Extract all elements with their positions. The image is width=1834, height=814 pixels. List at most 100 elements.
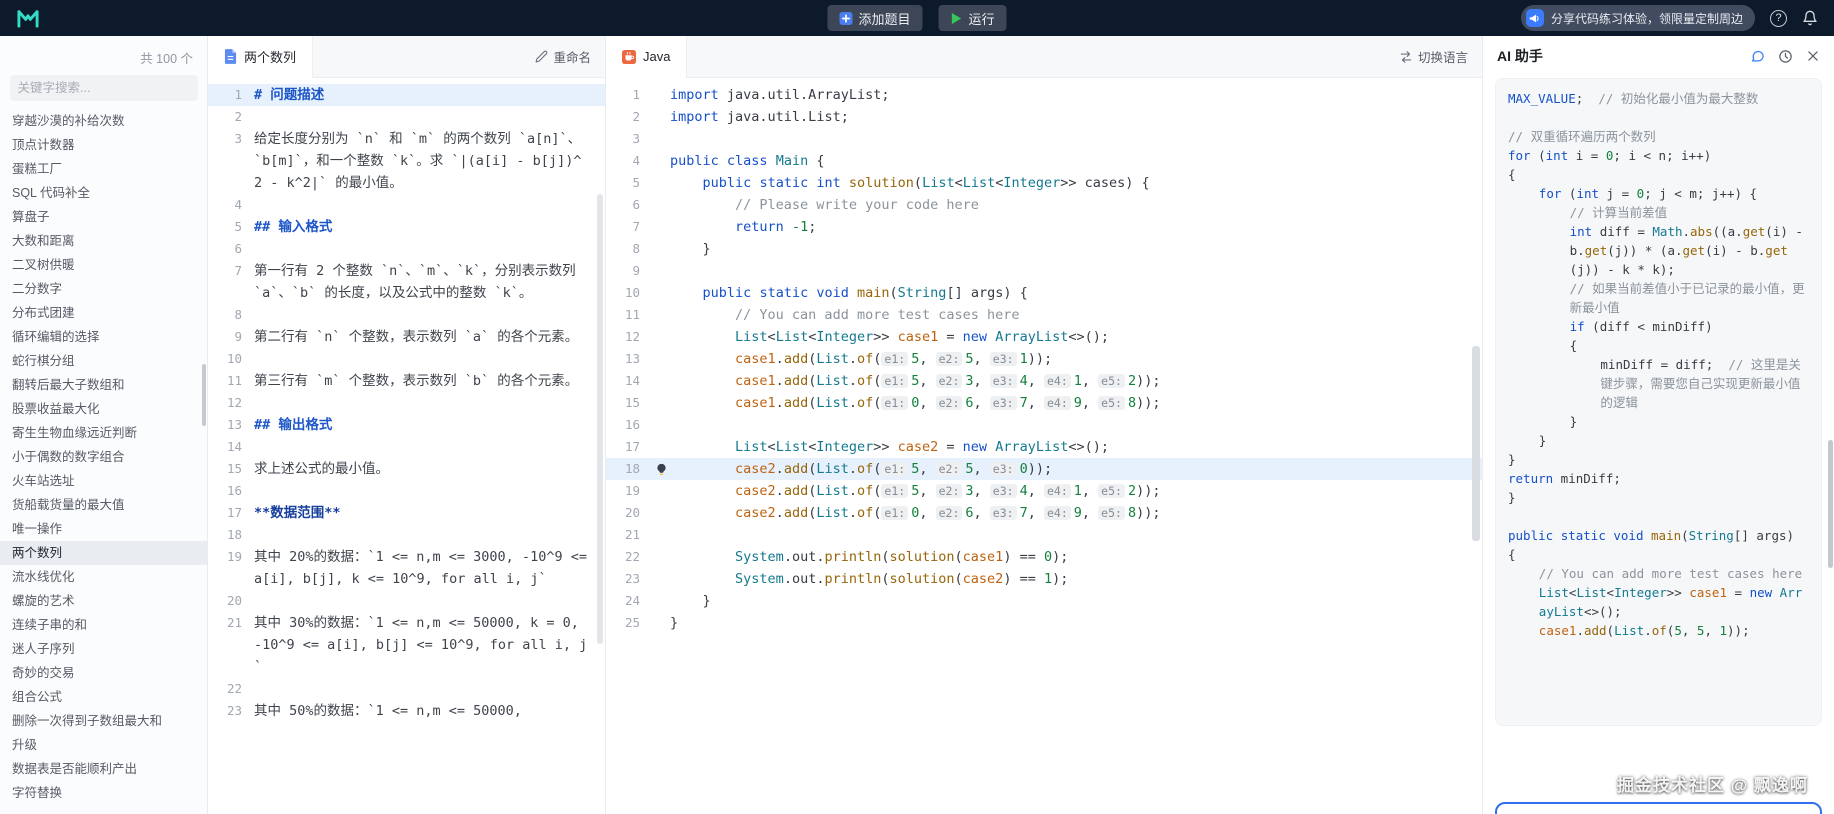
ai-code-suggestion[interactable]: MAX_VALUE; // 初始化最小值为最大整数 // 双重循环遍历两个数列 f…: [1495, 78, 1822, 726]
problem-line[interactable]: 17 **数据范围**: [208, 502, 605, 524]
notifications-bell-icon[interactable]: [1802, 10, 1818, 26]
problem-line[interactable]: 13 ## 输出格式: [208, 414, 605, 436]
close-icon[interactable]: [1806, 49, 1820, 63]
sidebar-item[interactable]: 股票收益最大化: [0, 397, 207, 421]
problem-line[interactable]: 6: [208, 238, 605, 260]
editor-line[interactable]: 12 List<List<Integer>> case1 = new Array…: [606, 326, 1482, 348]
editor-line[interactable]: 8 }: [606, 238, 1482, 260]
editor-line[interactable]: 25}: [606, 612, 1482, 634]
sidebar-item[interactable]: 迷人子序列: [0, 637, 207, 661]
editor-line[interactable]: 4 public class Main {: [606, 150, 1482, 172]
sidebar-item[interactable]: 升级: [0, 733, 207, 757]
problem-line[interactable]: 20: [208, 590, 605, 612]
problem-line[interactable]: 9 第二行有 `n` 个整数，表示数列 `a` 的各个元素。: [208, 326, 605, 348]
lightbulb-icon[interactable]: [652, 458, 670, 480]
problem-line[interactable]: 16: [208, 480, 605, 502]
problem-line[interactable]: 22: [208, 678, 605, 700]
sidebar-item[interactable]: 寄生生物血缘远近判断: [0, 421, 207, 445]
editor-line[interactable]: 17 List<List<Integer>> case2 = new Array…: [606, 436, 1482, 458]
problem-line[interactable]: 10: [208, 348, 605, 370]
problem-line[interactable]: 5 ## 输入格式: [208, 216, 605, 238]
run-button[interactable]: 运行: [938, 5, 1007, 31]
sidebar-item[interactable]: 螺旋的艺术: [0, 589, 207, 613]
problem-line[interactable]: 14: [208, 436, 605, 458]
editor-line[interactable]: 19 case2.add(List.of(e1: 5, e2: 3, e3: 4, e…: [606, 480, 1482, 502]
editor-line[interactable]: 3: [606, 128, 1482, 150]
sidebar-item[interactable]: 唯一操作: [0, 517, 207, 541]
feedback-chat-icon[interactable]: [1750, 49, 1765, 64]
editor-line[interactable]: 13 case1.add(List.of(e1: 5, e2: 5, e3: 1));: [606, 348, 1482, 370]
sidebar-item[interactable]: 循环编辑的选择: [0, 325, 207, 349]
ai-scrollbar[interactable]: [1828, 440, 1833, 568]
problem-line[interactable]: 11 第三行有 `m` 个整数，表示数列 `b` 的各个元素。: [208, 370, 605, 392]
sidebar-item[interactable]: 二叉树供暖: [0, 253, 207, 277]
sidebar-item[interactable]: 蛋糕工厂: [0, 157, 207, 181]
rename-button[interactable]: 重命名: [535, 47, 605, 66]
editor-line[interactable]: 22 System.out.println(solution(case1) ==…: [606, 546, 1482, 568]
editor-line[interactable]: 23 System.out.println(solution(case2) ==…: [606, 568, 1482, 590]
app-logo[interactable]: [16, 8, 40, 28]
promo-banner[interactable]: 分享代码练习体验，领限量定制周边: [1520, 5, 1755, 31]
editor-line[interactable]: 10 public static void main(String[] args…: [606, 282, 1482, 304]
sidebar-item[interactable]: 组合公式: [0, 685, 207, 709]
editor-line[interactable]: 5 public static int solution(List<List<I…: [606, 172, 1482, 194]
sidebar-item[interactable]: 删除一次得到子数组最大和: [0, 709, 207, 733]
problem-line[interactable]: 12: [208, 392, 605, 414]
editor-line[interactable]: 6 // Please write your code here: [606, 194, 1482, 216]
sidebar-item[interactable]: 算盘子: [0, 205, 207, 229]
sidebar-item[interactable]: 字符替换: [0, 781, 207, 805]
sidebar-item[interactable]: 二分数字: [0, 277, 207, 301]
editor-line[interactable]: 24 }: [606, 590, 1482, 612]
problem-scrollbar[interactable]: [597, 194, 603, 644]
problem-line[interactable]: 8: [208, 304, 605, 326]
add-problem-button[interactable]: 添加题目: [827, 5, 923, 31]
editor-line[interactable]: 11 // You can add more test cases here: [606, 304, 1482, 326]
editor-line[interactable]: 9: [606, 260, 1482, 282]
editor-line[interactable]: 7 return -1;: [606, 216, 1482, 238]
problem-line[interactable]: 4: [208, 194, 605, 216]
sidebar-item[interactable]: 连续子串的和: [0, 613, 207, 637]
problem-tab[interactable]: 两个数列: [208, 35, 314, 78]
sidebar-item[interactable]: 两个数列: [0, 541, 207, 565]
help-icon[interactable]: ?: [1770, 9, 1787, 27]
problem-line[interactable]: 21 其中 30%的数据：`1 <= n,m <= 50000, k = 0, -…: [208, 612, 605, 678]
sidebar-item[interactable]: 数据表是否能顺利产出: [0, 757, 207, 781]
sidebar-item[interactable]: 奇妙的交易: [0, 661, 207, 685]
editor-scrollbar[interactable]: [1472, 346, 1480, 541]
language-tab-java[interactable]: Java: [606, 35, 688, 78]
problem-line[interactable]: 15 求上述公式的最小值。: [208, 458, 605, 480]
editor-line[interactable]: 1 import java.util.ArrayList;: [606, 84, 1482, 106]
sidebar-item[interactable]: 翻转后最大子数组和: [0, 373, 207, 397]
problem-line[interactable]: 18: [208, 524, 605, 546]
editor-line[interactable]: 18 case2.add(List.of(e1: 5, e2: 5, e3: 0));: [606, 458, 1482, 480]
sidebar-item[interactable]: 顶点计数器: [0, 133, 207, 157]
ai-chat-input[interactable]: [1495, 802, 1822, 814]
problem-line[interactable]: 23 其中 50%的数据：`1 <= n,m <= 50000,: [208, 700, 605, 722]
problem-line[interactable]: 19 其中 20%的数据：`1 <= n,m <= 3000, -10^9 <= …: [208, 546, 605, 590]
sidebar-item[interactable]: 货船载货量的最大值: [0, 493, 207, 517]
sidebar-scrollbar[interactable]: [202, 364, 206, 426]
problem-line[interactable]: 3 给定长度分别为 `n` 和 `m` 的两个数列 `a[n]`、`b[m]`，和…: [208, 128, 605, 194]
problem-line[interactable]: 1 # 问题描述: [208, 84, 605, 106]
editor-line[interactable]: 2 import java.util.List;: [606, 106, 1482, 128]
problem-line[interactable]: 2: [208, 106, 605, 128]
editor-line[interactable]: 15 case1.add(List.of(e1: 0, e2: 6, e3: 7, e…: [606, 392, 1482, 414]
sidebar-item[interactable]: 火车站选址: [0, 469, 207, 493]
line-number: 12: [226, 395, 242, 410]
problem-line[interactable]: 7 第一行有 2 个整数 `n`、`m`、`k`，分别表示数列 `a`、`b` 的…: [208, 260, 605, 304]
code-editor[interactable]: 1 import java.util.ArrayList; 2 import java…: [606, 78, 1482, 807]
sidebar-item[interactable]: 流水线优化: [0, 565, 207, 589]
switch-language-button[interactable]: 切换语言: [1399, 47, 1482, 66]
sidebar-item[interactable]: SQL 代码补全: [0, 181, 207, 205]
sidebar-item[interactable]: 分布式团建: [0, 301, 207, 325]
sidebar-item[interactable]: 小于偶数的数字组合: [0, 445, 207, 469]
sidebar-item[interactable]: 穿越沙漠的补给次数: [0, 109, 207, 133]
sidebar-item[interactable]: 蛇行棋分组: [0, 349, 207, 373]
editor-line[interactable]: 16: [606, 414, 1482, 436]
editor-line[interactable]: 21: [606, 524, 1482, 546]
editor-line[interactable]: 14 case1.add(List.of(e1: 5, e2: 3, e3: 4, e…: [606, 370, 1482, 392]
search-input[interactable]: [9, 75, 198, 101]
history-icon[interactable]: [1778, 49, 1793, 64]
sidebar-item[interactable]: 大数和距离: [0, 229, 207, 253]
editor-line[interactable]: 20 case2.add(List.of(e1: 0, e2: 6, e3: 7, e…: [606, 502, 1482, 524]
